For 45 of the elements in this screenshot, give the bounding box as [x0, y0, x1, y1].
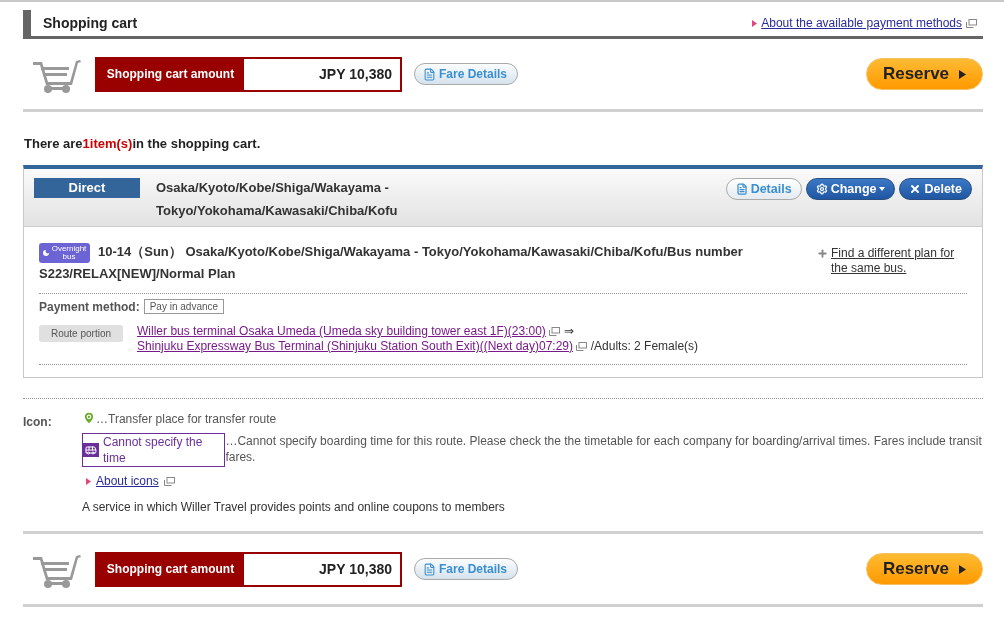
amount-label: Shopping cart amount — [97, 553, 244, 585]
reserve-button[interactable]: Reserve — [866, 58, 983, 90]
triangle-bullet-icon — [752, 19, 758, 27]
plan-title: Overnight bus 10-14（Sun） Osaka/Kyoto/Kobe/Shiga/Wakayama - Tokyo/Yokohama/Kawasaki/Chiba/Kofu/Bus number S223/RELAX[NEW]/Normal Plan — [39, 241, 744, 283]
external-window-icon — [966, 18, 977, 28]
map-pin-icon — [82, 411, 96, 425]
payment-method-label: Payment method: — [39, 299, 140, 314]
legend-text: …Transfer place for transfer route — [96, 411, 277, 427]
time-tag: Cannot specify the time — [82, 433, 226, 467]
route-title: Osaka/Kyoto/Kobe/Shiga/Wakayama - Tokyo/Yokohama/Kawasaki/Chiba/Kofu — [156, 179, 399, 220]
moon-icon — [42, 248, 50, 257]
route-type-label: Direct — [34, 178, 140, 198]
triangle-bullet-icon — [86, 477, 91, 485]
payment-method-value: Pay in advance — [143, 299, 225, 314]
document-icon — [423, 562, 436, 576]
icon-legend-label: Icon: — [23, 414, 53, 431]
reserve-button[interactable]: Reserve — [866, 553, 983, 585]
delete-button[interactable]: Delete — [899, 178, 972, 200]
close-icon — [909, 183, 922, 195]
about-icons-link[interactable]: About icons — [96, 473, 159, 489]
settings-icon — [815, 183, 828, 195]
change-button[interactable]: Change — [805, 178, 896, 200]
amount-label: Shopping cart amount — [97, 58, 244, 90]
cart-count-text: There are1item(s)in the shopping cart. — [24, 136, 262, 151]
play-arrow-icon — [959, 69, 967, 79]
bus-icon — [85, 444, 97, 456]
play-arrow-icon — [959, 564, 967, 574]
different-plan-link[interactable]: Find a different plan for the same bus. — [831, 246, 967, 276]
legend-text: …Cannot specify boarding time for this route. Please check the the timetable for each company for boarding/arrival times. Fares include transit fares. — [225, 433, 983, 465]
departure-link[interactable]: Willer bus terminal Osaka Umeda (Umeda sky building tower east 1F)(23:00) — [137, 324, 546, 338]
route-portion-label: Route portion — [39, 325, 124, 342]
service-note: A service in which Willer Travel provides points and online coupons to members — [82, 499, 506, 515]
passengers-text: /Adults: 2 Female(s) — [590, 339, 699, 353]
arrival-link[interactable]: Shinjuku Expressway Bus Terminal (Shinjuku Station South Exit)((Next day)07:29) — [137, 339, 574, 353]
external-window-icon — [576, 342, 588, 352]
external-window-icon — [549, 327, 561, 337]
plus-icon — [817, 248, 828, 259]
caret-icon — [879, 187, 886, 191]
document-icon — [423, 67, 436, 81]
arrow-text: ⇒ — [563, 324, 574, 338]
document-icon — [735, 183, 748, 195]
external-window-icon — [163, 476, 175, 486]
payment-methods-link[interactable]: About the available payment methods — [761, 16, 962, 30]
overnight-bus-badge: Overnight bus — [39, 242, 90, 263]
section-title: Shopping cart — [23, 10, 138, 36]
